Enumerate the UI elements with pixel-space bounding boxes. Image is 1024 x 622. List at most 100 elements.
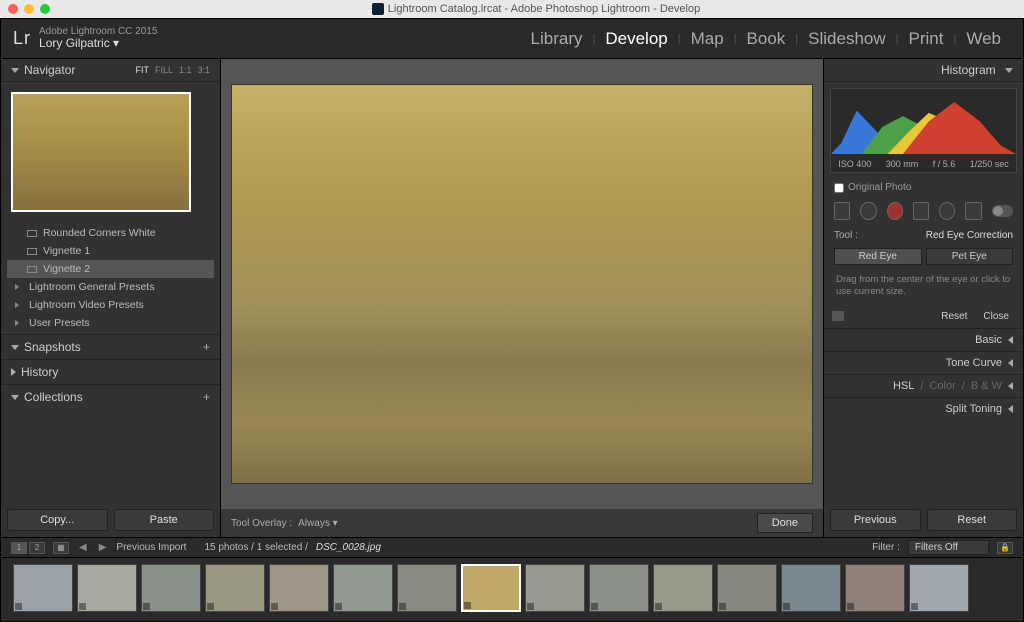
module-develop[interactable]: Develop bbox=[595, 29, 677, 49]
tool-reset-button[interactable]: Reset bbox=[935, 309, 973, 324]
nav-back-icon[interactable]: ◀ bbox=[77, 542, 89, 553]
pet-eye-tab[interactable]: Pet Eye bbox=[926, 248, 1014, 265]
preset-item[interactable]: Lightroom Video Presets bbox=[7, 296, 214, 314]
preset-item[interactable]: Lightroom General Presets bbox=[7, 278, 214, 296]
snapshots-section[interactable]: Snapshots+ bbox=[1, 334, 220, 359]
top-bar: Lr Adobe Lightroom CC 2015 Lory Gilpatri… bbox=[1, 19, 1023, 59]
filmstrip-thumb[interactable] bbox=[845, 564, 905, 612]
status-bar: 1 2 ▦ ◀ ▶ Previous Import 15 photos / 1 … bbox=[1, 537, 1023, 557]
exif-aperture: f / 5.6 bbox=[933, 159, 956, 169]
original-photo-label: Original Photo bbox=[848, 182, 911, 193]
filter-label: Filter : bbox=[872, 542, 900, 553]
module-web[interactable]: Web bbox=[956, 29, 1011, 49]
view-2-button[interactable]: 2 bbox=[29, 542, 45, 554]
crop-tool-icon[interactable] bbox=[834, 202, 850, 220]
tool-name: Red Eye Correction bbox=[926, 230, 1013, 241]
grid-icon[interactable]: ▦ bbox=[53, 542, 69, 554]
reset-button[interactable]: Reset bbox=[927, 509, 1018, 531]
filter-lock-icon[interactable]: 🔒 bbox=[997, 542, 1013, 554]
left-panel: Navigator FITFILL1:13:1 Rounded Corners … bbox=[1, 59, 221, 537]
nav-forward-icon[interactable]: ▶ bbox=[97, 542, 109, 553]
redeye-tool-icon[interactable] bbox=[887, 202, 903, 220]
window-title: Lightroom Catalog.lrcat - Adobe Photosho… bbox=[56, 3, 1016, 15]
zoom-1:1[interactable]: 1:1 bbox=[179, 65, 192, 75]
filmstrip-thumb[interactable] bbox=[461, 564, 521, 612]
main-preview[interactable] bbox=[231, 84, 813, 484]
user-name[interactable]: Lory Gilpatric ▾ bbox=[39, 37, 157, 51]
module-library[interactable]: Library bbox=[521, 29, 593, 49]
filmstrip-thumb[interactable] bbox=[205, 564, 265, 612]
filmstrip-thumb[interactable] bbox=[653, 564, 713, 612]
hsl-section[interactable]: HSL/ Color/ B & W bbox=[824, 374, 1023, 397]
filter-select[interactable]: Filters Off bbox=[908, 540, 989, 555]
filmstrip-thumb[interactable] bbox=[141, 564, 201, 612]
paste-button[interactable]: Paste bbox=[114, 509, 215, 531]
filmstrip-thumb[interactable] bbox=[77, 564, 137, 612]
original-photo-checkbox[interactable] bbox=[834, 183, 844, 193]
navigator-preview[interactable] bbox=[11, 92, 191, 212]
filmstrip-thumb[interactable] bbox=[717, 564, 777, 612]
view-1-button[interactable]: 1 bbox=[11, 542, 27, 554]
center-panel: Tool Overlay : Always ▾ Done bbox=[221, 59, 823, 537]
status-filename: DSC_0028.jpg bbox=[316, 542, 381, 553]
radial-tool-icon[interactable] bbox=[939, 202, 955, 220]
exif-iso: ISO 400 bbox=[838, 159, 871, 169]
zoom-window-button[interactable] bbox=[40, 4, 50, 14]
tool-overlay-label: Tool Overlay : bbox=[231, 518, 292, 529]
filmstrip-thumb[interactable] bbox=[269, 564, 329, 612]
filmstrip-thumb[interactable] bbox=[397, 564, 457, 612]
filmstrip-thumb[interactable] bbox=[13, 564, 73, 612]
previous-button[interactable]: Previous bbox=[830, 509, 921, 531]
zoom-3:1[interactable]: 3:1 bbox=[197, 65, 210, 75]
histogram-header[interactable]: Histogram bbox=[824, 59, 1023, 82]
preset-item[interactable]: User Presets bbox=[7, 314, 214, 332]
zoom-fill[interactable]: FILL bbox=[155, 65, 173, 75]
tool-switch-icon[interactable] bbox=[832, 311, 844, 321]
tool-label: Tool : bbox=[834, 230, 858, 241]
filmstrip[interactable] bbox=[1, 557, 1023, 621]
gradient-tool-icon[interactable] bbox=[913, 202, 929, 220]
tool-overlay-bar: Tool Overlay : Always ▾ Done bbox=[221, 509, 823, 537]
basic-section[interactable]: Basic bbox=[824, 328, 1023, 351]
filmstrip-thumb[interactable] bbox=[333, 564, 393, 612]
tool-overlay-select[interactable]: Always ▾ bbox=[298, 518, 338, 529]
lightroom-icon bbox=[372, 3, 384, 15]
red-eye-tab[interactable]: Red Eye bbox=[834, 248, 922, 265]
app-logo: Lr bbox=[13, 28, 31, 49]
filmstrip-thumb[interactable] bbox=[525, 564, 585, 612]
tool-strip bbox=[824, 196, 1023, 226]
brush-tool-icon[interactable] bbox=[965, 202, 981, 220]
preset-list: Rounded Corners WhiteVignette 1Vignette … bbox=[1, 222, 220, 334]
zoom-fit[interactable]: FIT bbox=[135, 65, 149, 75]
minimize-window-button[interactable] bbox=[24, 4, 34, 14]
module-print[interactable]: Print bbox=[899, 29, 954, 49]
history-section[interactable]: History bbox=[1, 359, 220, 384]
tool-close-button[interactable]: Close bbox=[977, 309, 1015, 324]
histogram[interactable]: ISO 400 300 mm f / 5.6 1/250 sec bbox=[830, 88, 1017, 173]
collections-section[interactable]: Collections+ bbox=[1, 384, 220, 409]
source-label[interactable]: Previous Import bbox=[116, 542, 186, 553]
module-map[interactable]: Map bbox=[681, 29, 734, 49]
tone-curve-section[interactable]: Tone Curve bbox=[824, 351, 1023, 374]
module-book[interactable]: Book bbox=[737, 29, 796, 49]
status-count: 15 photos / 1 selected / bbox=[204, 542, 307, 553]
module-switcher: Library|Develop|Map|Book|Slideshow|Print… bbox=[521, 29, 1011, 49]
copy-button[interactable]: Copy... bbox=[7, 509, 108, 531]
window-titlebar: Lightroom Catalog.lrcat - Adobe Photosho… bbox=[0, 0, 1024, 18]
filmstrip-thumb[interactable] bbox=[589, 564, 649, 612]
tool-toggle[interactable] bbox=[992, 205, 1013, 217]
navigator-header[interactable]: Navigator FITFILL1:13:1 bbox=[1, 59, 220, 82]
exif-focal: 300 mm bbox=[886, 159, 919, 169]
split-toning-section[interactable]: Split Toning bbox=[824, 397, 1023, 420]
preset-item[interactable]: Vignette 2 bbox=[7, 260, 214, 278]
done-button[interactable]: Done bbox=[757, 513, 813, 533]
preset-item[interactable]: Vignette 1 bbox=[7, 242, 214, 260]
exif-shutter: 1/250 sec bbox=[970, 159, 1009, 169]
right-panel: Histogram ISO 400 300 mm f / 5.6 1/250 s… bbox=[823, 59, 1023, 537]
close-window-button[interactable] bbox=[8, 4, 18, 14]
filmstrip-thumb[interactable] bbox=[781, 564, 841, 612]
filmstrip-thumb[interactable] bbox=[909, 564, 969, 612]
spot-tool-icon[interactable] bbox=[860, 202, 876, 220]
module-slideshow[interactable]: Slideshow bbox=[798, 29, 896, 49]
preset-item[interactable]: Rounded Corners White bbox=[7, 224, 214, 242]
